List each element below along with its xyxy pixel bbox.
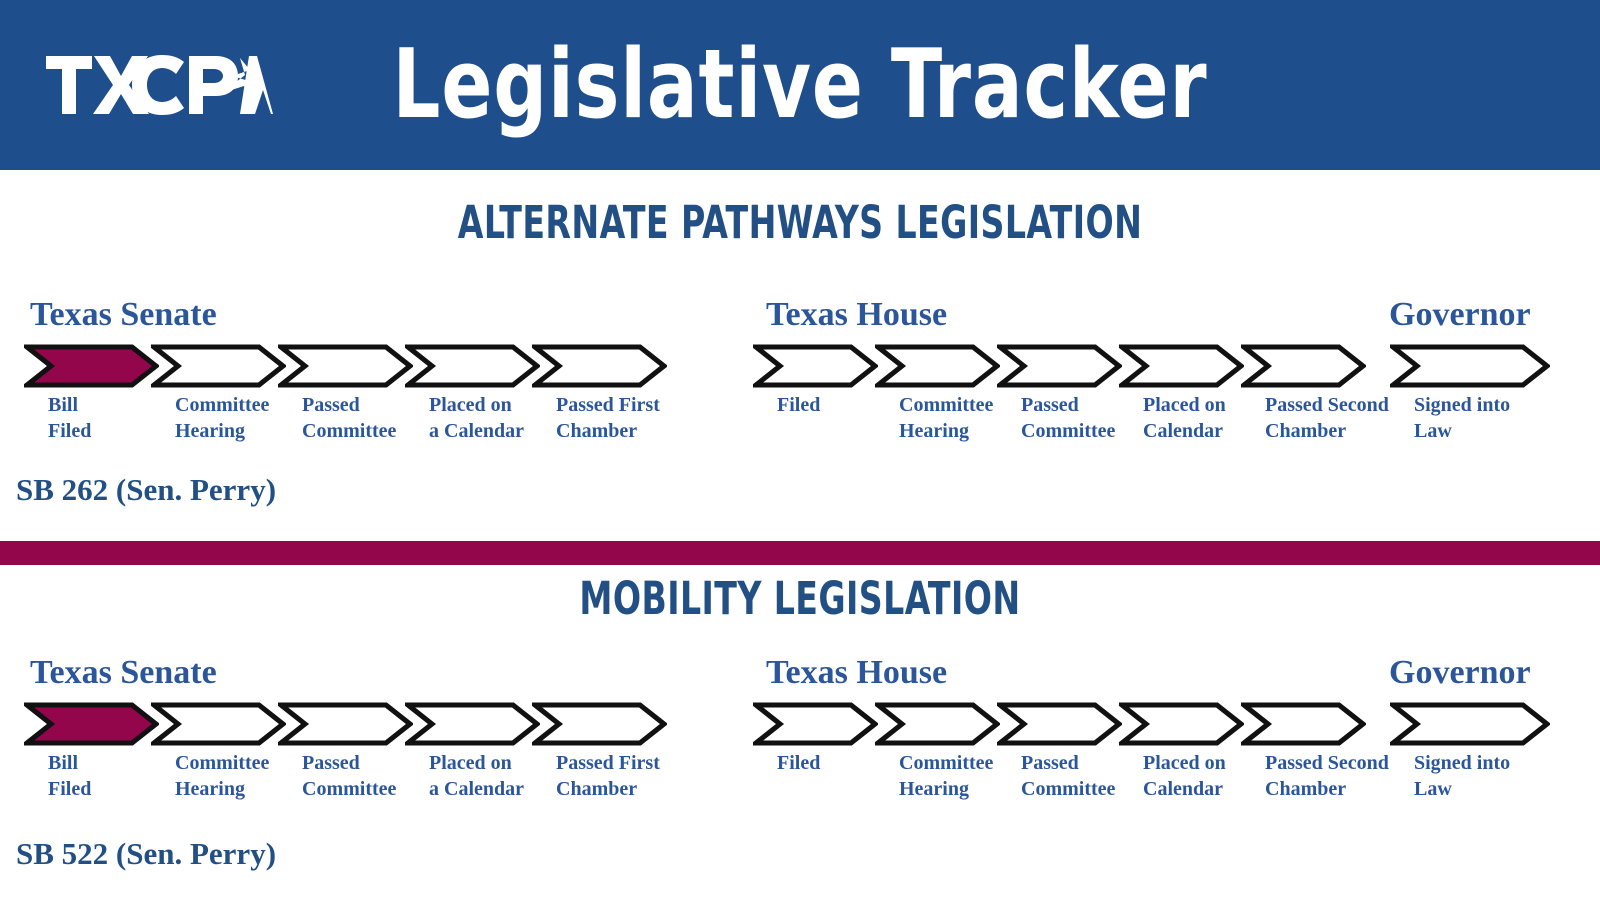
step-label: Committee Hearing	[175, 752, 270, 800]
group-title-texas-senate: Texas Senate	[30, 296, 217, 333]
chevron-step-pending[interactable]	[405, 344, 540, 388]
step-label: Passed Committee	[302, 752, 397, 800]
step-label: Signed into Law	[1414, 752, 1511, 800]
group-title-governor: Governor	[1389, 654, 1531, 691]
chevron-step-pending[interactable]	[1119, 702, 1244, 746]
chevron-step-pending[interactable]	[1390, 344, 1550, 388]
chevron-step-complete[interactable]	[24, 702, 159, 746]
bill-label: SB 522 (Sen. Perry)	[16, 836, 277, 871]
section-heading: MOBILITY LEGISLATION	[579, 572, 1021, 625]
chevron-step-pending[interactable]	[278, 702, 413, 746]
step-label: Signed into Law	[1414, 394, 1511, 442]
group-title-texas-house: Texas House	[766, 654, 948, 691]
chevron-step-pending[interactable]	[997, 344, 1122, 388]
step-label: Passed First Chamber	[556, 394, 660, 442]
section-divider	[0, 541, 1600, 565]
step-label: Placed on Calendar	[1143, 394, 1226, 442]
progress-chevron-row	[753, 344, 1366, 388]
chevron-step-pending[interactable]	[532, 344, 667, 388]
chevron-step-pending[interactable]	[753, 344, 878, 388]
group-title-texas-senate: Texas Senate	[30, 654, 217, 691]
step-label: Passed First Chamber	[556, 752, 660, 800]
section-heading: ALTERNATE PATHWAYS LEGISLATION	[457, 196, 1143, 249]
step-label: Placed on Calendar	[1143, 752, 1226, 800]
step-label: Placed on a Calendar	[429, 752, 524, 800]
step-label: Passed Second Chamber	[1265, 394, 1389, 442]
chevron-step-pending[interactable]	[151, 702, 286, 746]
progress-chevron-row	[753, 702, 1366, 746]
group-title-governor: Governor	[1389, 296, 1531, 333]
progress-chevron-row	[1390, 702, 1550, 746]
chevron-step-pending[interactable]	[875, 702, 1000, 746]
step-label: Bill Filed	[48, 394, 92, 442]
chevron-step-pending[interactable]	[405, 702, 540, 746]
progress-chevron-row	[24, 344, 667, 388]
chevron-step-pending[interactable]	[875, 344, 1000, 388]
step-label: Placed on a Calendar	[429, 394, 524, 442]
step-label: Bill Filed	[48, 752, 92, 800]
page-title: Legislative Tracker	[392, 30, 1208, 140]
step-label: Filed	[777, 752, 821, 774]
group-title-texas-house: Texas House	[766, 296, 948, 333]
step-label: Passed Second Chamber	[1265, 752, 1389, 800]
chevron-step-pending[interactable]	[1241, 344, 1366, 388]
step-label: Passed Committee	[302, 394, 397, 442]
chevron-step-pending[interactable]	[1119, 344, 1244, 388]
chevron-step-pending[interactable]	[151, 344, 286, 388]
step-label: Passed Committee	[1021, 394, 1116, 442]
step-label: Filed	[777, 394, 821, 416]
step-label: Committee Hearing	[175, 394, 270, 442]
step-label: Committee Hearing	[899, 752, 994, 800]
chevron-step-complete[interactable]	[24, 344, 159, 388]
step-label: Passed Committee	[1021, 752, 1116, 800]
chevron-step-pending[interactable]	[278, 344, 413, 388]
chevron-step-pending[interactable]	[1390, 702, 1550, 746]
chevron-step-pending[interactable]	[997, 702, 1122, 746]
progress-chevron-row	[1390, 344, 1550, 388]
chevron-step-pending[interactable]	[753, 702, 878, 746]
chevron-step-pending[interactable]	[1241, 702, 1366, 746]
chevron-step-pending[interactable]	[532, 702, 667, 746]
bill-label: SB 262 (Sen. Perry)	[16, 472, 277, 507]
step-label: Committee Hearing	[899, 394, 994, 442]
progress-chevron-row	[24, 702, 667, 746]
